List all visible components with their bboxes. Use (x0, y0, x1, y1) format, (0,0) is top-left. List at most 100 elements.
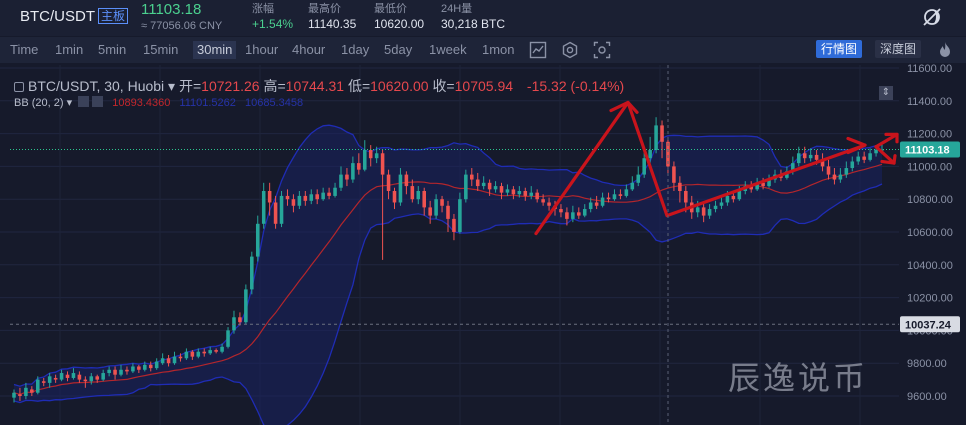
candle-body (612, 194, 617, 200)
pair-title[interactable]: BTC/USDT 主板 (20, 8, 129, 25)
high-value: 10744.31 (285, 78, 345, 94)
tab-1min[interactable]: 1min (55, 41, 83, 59)
stat-low: 最低价 10620.00 (374, 2, 424, 32)
candle-body (208, 350, 212, 354)
candle-body (547, 202, 551, 206)
candle-body (30, 389, 34, 393)
candle-body (422, 191, 427, 208)
candle-body (844, 168, 849, 175)
close-value: 10705.94 (454, 78, 514, 94)
candle-body (529, 192, 534, 196)
screenshot-icon[interactable] (593, 41, 611, 59)
settings-hex-icon[interactable] (561, 41, 579, 59)
close-icon[interactable] (92, 96, 104, 107)
candle-body (571, 212, 575, 219)
tab-15min[interactable]: 15min (143, 41, 178, 59)
candle-body (59, 373, 64, 380)
scale-toggle-icon[interactable]: ⇕ (879, 86, 893, 100)
last-price: 11103.18 (141, 1, 202, 18)
close-label: 收= (432, 78, 455, 94)
candle-body (624, 189, 629, 196)
moon-slash-icon[interactable] (920, 5, 944, 29)
bb-legend: BB (20, 2) ▾ 10893.4360 11101.5262 10685… (14, 96, 303, 109)
candle-body (65, 374, 70, 378)
tab-1week[interactable]: 1week (429, 41, 467, 59)
tab-30min[interactable]: 30min (193, 41, 237, 59)
candle-body (392, 191, 397, 203)
candle-body (511, 189, 516, 195)
price-tick-label: 9800.00 (907, 358, 947, 370)
candle-body (440, 199, 444, 206)
candle-body (642, 158, 646, 175)
candle-body (297, 195, 302, 206)
candle-body (862, 156, 866, 160)
candle-body (101, 373, 105, 380)
depth-chart-button[interactable]: 深度图 (875, 40, 922, 58)
low-value: 10620.00 (370, 78, 429, 94)
candle-body (125, 369, 129, 372)
tab-1day[interactable]: 1day (341, 41, 369, 59)
chart-title[interactable]: BTC/USDT, 30, Huobi (28, 78, 164, 94)
candle-body (214, 350, 218, 352)
candle-body (119, 369, 123, 375)
indicator-icon[interactable] (529, 41, 547, 59)
candle-body (47, 376, 52, 383)
quote-chart-button[interactable]: 行情图 (816, 40, 863, 58)
stat-value: +1.54% (252, 17, 294, 31)
candle-body (802, 153, 807, 159)
tab-1mon[interactable]: 1mon (482, 41, 515, 59)
price-tick-label: 11400.00 (907, 96, 952, 108)
candle-body (582, 209, 587, 216)
current-price-label: 11103.18 (905, 144, 950, 156)
cny-price: ≈ 77056.06 CNY (141, 20, 223, 32)
tab-5min[interactable]: 5min (98, 41, 126, 59)
candle-body (606, 197, 611, 200)
bb-label[interactable]: BB (20, 2) (14, 97, 64, 109)
tab-4hour[interactable]: 4hour (292, 41, 325, 59)
eye-icon[interactable] (78, 96, 90, 107)
candle-body (113, 369, 117, 375)
candle-body (499, 186, 504, 193)
candle-body (398, 174, 403, 203)
tab-time[interactable]: Time (10, 41, 38, 59)
candle-body (71, 373, 76, 378)
flame-icon[interactable] (936, 41, 954, 59)
candle-body (250, 256, 254, 290)
candle-body (493, 186, 498, 190)
main-board-tag: 主板 (98, 8, 129, 24)
candle-body (35, 379, 40, 393)
chevron-down-icon[interactable]: ▾ (64, 97, 73, 109)
tab-5day[interactable]: 5day (384, 41, 412, 59)
tab-1hour[interactable]: 1hour (245, 41, 278, 59)
candle-body (832, 174, 837, 180)
candle-body (137, 366, 141, 370)
candle-body (89, 376, 94, 382)
open-label: 开= (178, 78, 202, 94)
price-tick-label: 11200.00 (907, 129, 952, 141)
candle-body (12, 392, 16, 398)
collapse-icon[interactable] (14, 82, 24, 92)
candle-body (826, 166, 831, 175)
candle-body (374, 153, 379, 159)
candle-body (362, 150, 367, 170)
candle-body (559, 209, 563, 213)
candle-body (856, 156, 861, 162)
candle-body (107, 369, 111, 374)
candle-body (434, 199, 438, 216)
candle-body (303, 195, 308, 201)
chevron-down-icon[interactable]: ▾ (164, 78, 179, 94)
candle-body (261, 191, 266, 224)
candle-body (475, 179, 480, 187)
bb-upper-value: 11101.5262 (179, 97, 236, 109)
candle-body (416, 191, 421, 200)
price-axis-bg (899, 63, 966, 425)
change-value: -15.32 (-0.14%) (526, 78, 625, 94)
stat-label: 涨幅 (252, 3, 274, 15)
candle-body (267, 191, 272, 203)
stat-high: 最高价 11140.35 (308, 2, 356, 32)
candle-body (850, 161, 855, 169)
pair-name: BTC/USDT (20, 8, 95, 25)
watermark: 辰逸说币 (728, 359, 869, 397)
candle-body (410, 186, 415, 200)
stat-value: 10620.00 (374, 17, 425, 31)
